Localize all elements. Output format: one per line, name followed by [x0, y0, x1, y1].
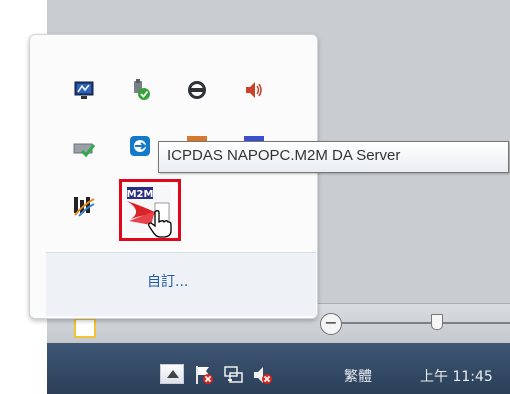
gamepad-icon[interactable] [186, 79, 208, 101]
m2m-icon-label: M2M [127, 189, 154, 200]
network-monitor-icon[interactable] [73, 79, 95, 101]
hand-cursor-icon [148, 210, 172, 238]
rain-meter-icon[interactable] [73, 195, 95, 217]
show-hidden-icons-button[interactable] [160, 364, 184, 384]
zoom-slider-track[interactable] [342, 322, 510, 324]
zoom-slider-thumb[interactable] [431, 314, 443, 330]
tooltip-text: ICPDAS NAPOPC.M2M DA Server [167, 147, 401, 164]
customize-link[interactable]: 自訂... [147, 271, 188, 291]
status-view-icon[interactable] [74, 318, 96, 338]
taskbar-clock[interactable]: 上午 11:45 [420, 366, 493, 386]
card-reader-check-icon[interactable] [73, 137, 95, 159]
safely-remove-hardware-icon[interactable] [129, 79, 151, 101]
input-language-indicator[interactable]: 繁體 [344, 366, 372, 386]
speaker-volume-icon[interactable] [243, 79, 265, 101]
action-center-flag-icon[interactable] [193, 364, 215, 386]
teamviewer-icon[interactable] [129, 135, 151, 157]
volume-muted-icon[interactable] [252, 364, 274, 386]
zoom-out-button[interactable]: − [320, 313, 342, 335]
network-icon[interactable] [222, 364, 244, 386]
chevron-up-icon [167, 370, 179, 378]
